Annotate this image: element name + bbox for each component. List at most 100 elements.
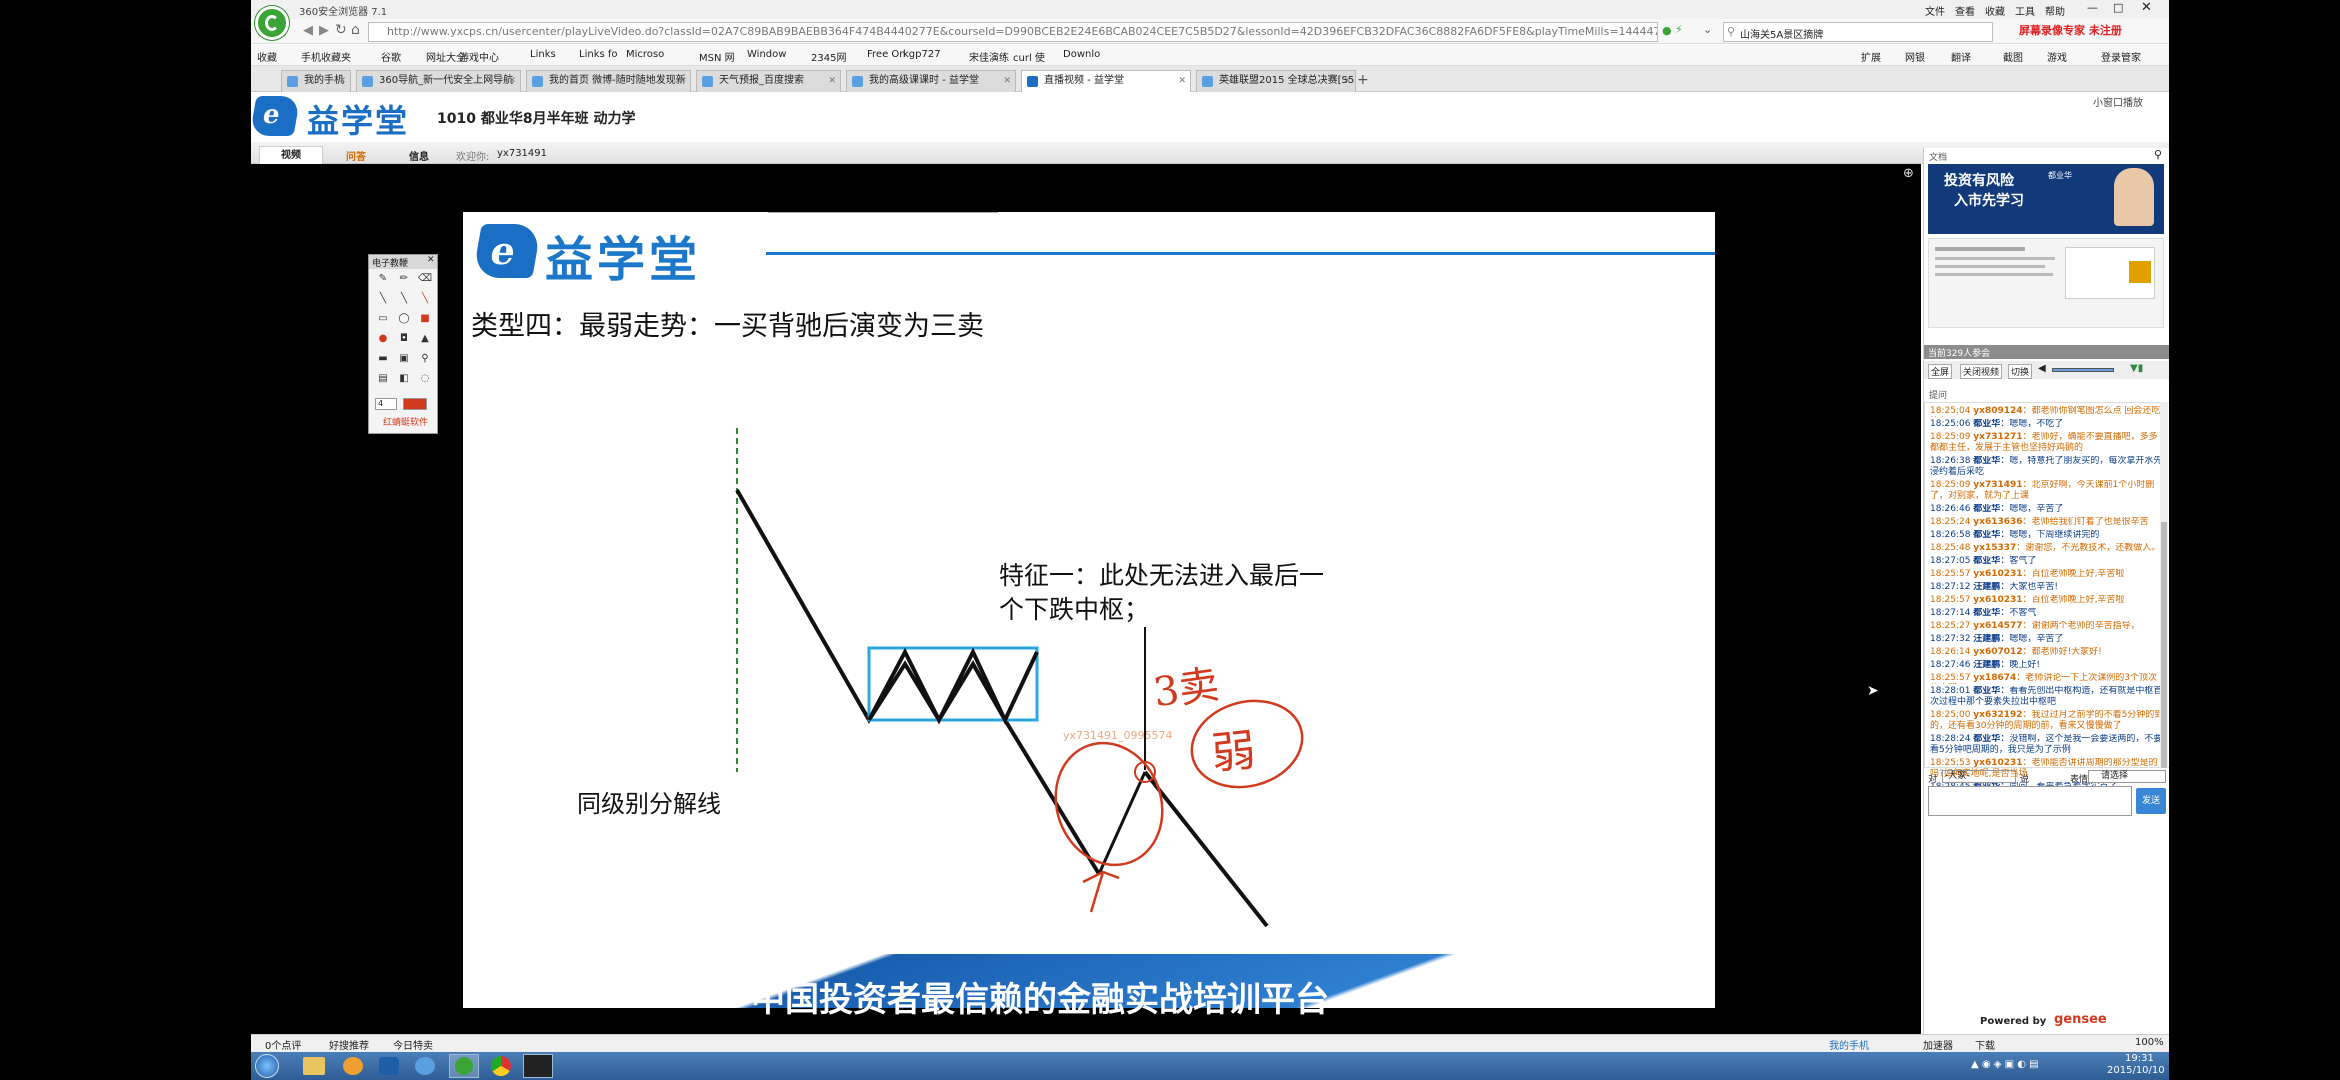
pen-tool-icon[interactable]: ◧ bbox=[396, 373, 412, 387]
bookmark-item[interactable]: 宋佳演练 bbox=[969, 49, 1009, 64]
toolbar-extra-item[interactable]: 网银 bbox=[1905, 49, 1925, 64]
pen-tool-icon[interactable]: ⚲ bbox=[417, 353, 433, 367]
tab-close-icon[interactable]: ✕ bbox=[338, 71, 346, 91]
ie-icon[interactable] bbox=[415, 1057, 435, 1075]
volume-slider[interactable] bbox=[2052, 368, 2114, 372]
browser-tab[interactable]: 天气预报_百度搜索 ✕ bbox=[696, 70, 841, 92]
bookmark-item[interactable]: 收藏 bbox=[257, 49, 277, 64]
tab-close-icon[interactable]: ✕ bbox=[828, 71, 836, 91]
toolbar-extra-item[interactable]: 翻译 bbox=[1951, 49, 1971, 64]
dropdown-icon[interactable]: ⌄ bbox=[1703, 23, 1712, 36]
status-deals[interactable]: 今日特卖 bbox=[393, 1037, 433, 1052]
tab-close-icon[interactable]: ✕ bbox=[1178, 71, 1186, 91]
back-icon[interactable]: ◀ bbox=[303, 23, 313, 38]
chat-input[interactable] bbox=[1928, 786, 2132, 816]
explorer-icon[interactable] bbox=[303, 1057, 325, 1075]
status-zoom[interactable]: 100% bbox=[2135, 1037, 2164, 1048]
toolbar-extra-item[interactable]: 扩展 bbox=[1861, 49, 1881, 64]
chrome-icon[interactable] bbox=[491, 1056, 511, 1076]
browser-tab[interactable]: 英雄联盟2015 全球总决赛[S5] ✕ bbox=[1196, 70, 1356, 92]
zoom-icon[interactable]: ⊕ bbox=[1903, 166, 1914, 181]
pen-size-select[interactable]: 4 bbox=[375, 398, 397, 410]
browser-tab[interactable]: 我的手机 ✕ bbox=[281, 70, 351, 92]
bookmark-item[interactable]: MSN 网 bbox=[699, 49, 735, 64]
lightning-icon[interactable]: ⚡ bbox=[1675, 23, 1683, 36]
bookmark-item[interactable]: kgp727 bbox=[903, 49, 941, 60]
pen-tool-icon[interactable]: ✏ bbox=[396, 273, 412, 287]
toolbar-extra-item[interactable]: 截图 bbox=[2003, 49, 2023, 64]
menu-favorites[interactable]: 收藏 bbox=[1985, 3, 2005, 18]
fullscreen-button[interactable]: 全屏 bbox=[1928, 364, 1953, 379]
pen-tool-icon[interactable]: ▣ bbox=[396, 353, 412, 367]
to-select[interactable]: -大家- bbox=[1942, 770, 2016, 783]
ad-banner[interactable]: 投资有风险 入市先学习 都业华 bbox=[1928, 164, 2164, 234]
bookmark-item[interactable]: 游戏中心 bbox=[459, 49, 499, 64]
tab-close-icon[interactable]: ✕ bbox=[1003, 71, 1011, 91]
bookmark-item[interactable]: 手机收藏夹 bbox=[301, 49, 351, 64]
menu-tools[interactable]: 工具 bbox=[2015, 3, 2035, 18]
tab-info[interactable]: 信息 bbox=[409, 148, 429, 163]
status-download[interactable]: 下载 bbox=[1975, 1037, 1995, 1052]
pen-tool-icon[interactable]: ▭ bbox=[375, 313, 391, 327]
pen-tool-icon[interactable]: ◌ bbox=[417, 373, 433, 387]
emotion-select[interactable]: 请选择 bbox=[2088, 770, 2166, 783]
browser-360-icon[interactable] bbox=[449, 1054, 479, 1078]
bookmark-item[interactable]: Free On bbox=[867, 49, 906, 60]
toolbar-extra-item[interactable]: 游戏 bbox=[2047, 49, 2067, 64]
bookmark-item[interactable]: Downlo bbox=[1063, 49, 1100, 60]
pen-tool-icon[interactable]: ╲ bbox=[375, 293, 391, 307]
bookmark-item[interactable]: Microso bbox=[626, 49, 664, 60]
address-input[interactable]: http://www.yxcps.cn/usercenter/playLiveV… bbox=[368, 22, 1658, 42]
pen-tool-icon[interactable]: ▤ bbox=[375, 373, 391, 387]
bookmark-item[interactable]: 2345网 bbox=[811, 49, 846, 64]
volume-icon[interactable]: ◀ bbox=[2038, 363, 2046, 374]
tab-video[interactable]: 视频 bbox=[259, 146, 323, 164]
pen-tool-icon[interactable]: ╲ bbox=[396, 293, 412, 307]
search-box[interactable]: ⚲ 山海关5A景区摘牌 bbox=[1723, 22, 1993, 42]
status-comments[interactable]: 0个点评 bbox=[265, 1037, 301, 1052]
send-button[interactable]: 发送 bbox=[2136, 788, 2166, 814]
browser-tab[interactable]: 直播视频 - 益学堂 ✕ bbox=[1021, 70, 1191, 92]
tab-close-icon[interactable]: ✕ bbox=[678, 71, 686, 91]
status-recommend[interactable]: 好搜推荐 bbox=[329, 1037, 369, 1052]
pen-tool-icon[interactable]: ◘ bbox=[396, 333, 412, 347]
tab-qa[interactable]: 问答 bbox=[346, 148, 366, 163]
pen-tool-icon[interactable]: ▬ bbox=[375, 353, 391, 367]
maximize-button[interactable]: □ bbox=[2113, 1, 2123, 14]
tray-icons[interactable]: ▲ ◉ ◈ ▣ ◐ ▤ bbox=[1971, 1059, 2039, 1070]
tab-close-icon[interactable]: ✕ bbox=[508, 71, 516, 91]
chat-scrollbar[interactable] bbox=[2160, 402, 2168, 768]
menu-file[interactable]: 文件 bbox=[1925, 3, 1945, 18]
doc-zoom-icon[interactable]: ⚲ bbox=[2154, 148, 2162, 161]
close-button[interactable]: ✕ bbox=[2141, 0, 2152, 15]
browser-tab[interactable]: 我的首页 微博-随时随地发现新 ✕ bbox=[526, 70, 691, 92]
menu-help[interactable]: 帮助 bbox=[2045, 3, 2065, 18]
media-icon[interactable] bbox=[343, 1057, 363, 1075]
browser-tab[interactable]: 360导航_新一代安全上网导航 ✕ bbox=[356, 70, 521, 92]
browser-tab[interactable]: 我的高级课课时 - 益学堂 ✕ bbox=[846, 70, 1016, 92]
bookmark-item[interactable]: Links fo bbox=[579, 49, 618, 60]
forward-icon[interactable]: ▶ bbox=[319, 23, 329, 38]
switch-button[interactable]: 切换 bbox=[2008, 364, 2033, 379]
status-accelerator[interactable]: 加速器 bbox=[1923, 1037, 1953, 1052]
pen-tool-icon[interactable]: ╲ bbox=[417, 293, 433, 307]
menu-view[interactable]: 查看 bbox=[1955, 3, 1975, 18]
minimize-button[interactable]: — bbox=[2087, 1, 2098, 14]
pen-tool-icon[interactable]: ⌫ bbox=[417, 273, 433, 287]
bookmark-item[interactable]: curl 使 bbox=[1013, 49, 1045, 64]
new-tab-button[interactable]: + bbox=[1357, 72, 1369, 88]
pen-tool-icon[interactable]: ● bbox=[375, 333, 391, 347]
video-player[interactable]: ⊕ e 益学堂 类型四：最弱走势：一买背驰后演变为三卖 特征一：此处无法进入最后… bbox=[251, 164, 1921, 1034]
refresh-icon[interactable]: ↻ bbox=[335, 22, 347, 38]
pen-tool-icon[interactable]: ■ bbox=[417, 313, 433, 327]
recorder-icon[interactable] bbox=[523, 1054, 553, 1078]
start-button[interactable] bbox=[255, 1054, 279, 1078]
bookmark-item[interactable]: 谷歌 bbox=[381, 49, 401, 64]
status-phone[interactable]: 我的手机 bbox=[1829, 1037, 1869, 1052]
pen-tool-icon[interactable]: ✎ bbox=[375, 273, 391, 287]
pen-tool-icon[interactable]: ▲ bbox=[417, 333, 433, 347]
tab-close-icon[interactable]: ✕ bbox=[1343, 71, 1351, 91]
close-video-button[interactable]: 关闭视频 bbox=[1960, 364, 2003, 379]
qq-icon[interactable] bbox=[379, 1057, 399, 1075]
pen-color-select[interactable] bbox=[403, 398, 427, 410]
